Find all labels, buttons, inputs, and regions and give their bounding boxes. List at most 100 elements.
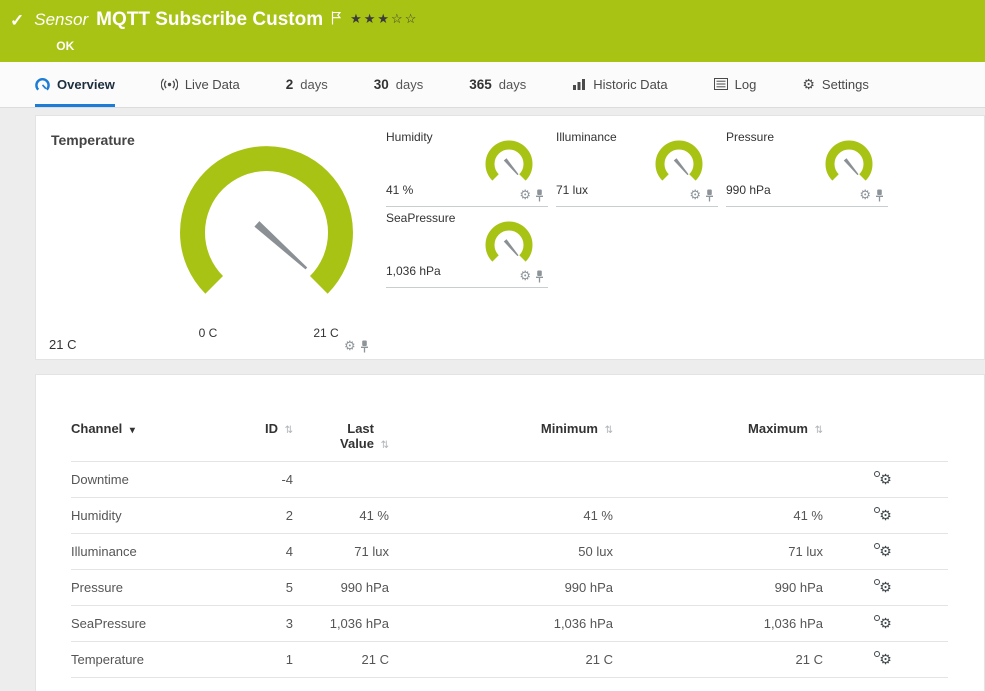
cell-last-value: 990 hPa — [293, 570, 389, 606]
temperature-dial — [174, 142, 359, 312]
cell-id: 5 — [231, 570, 293, 606]
col-last-value-label: Last Value — [330, 421, 374, 451]
tab-365-days-unit: days — [499, 77, 526, 92]
tab-log[interactable]: Log — [714, 62, 757, 107]
cell-channel: SeaPressure — [71, 606, 231, 642]
gauge-value: 71 lux — [556, 183, 588, 197]
sort-icon: ⇅ — [381, 440, 389, 451]
tab-bar: Overview Live Data 2 days 30 days 365 da… — [0, 62, 985, 108]
cell-last-value: 1,036 hPa — [293, 606, 389, 642]
col-header-last-value[interactable]: Last Value ⇅ — [293, 421, 389, 462]
cell-maximum — [613, 462, 823, 498]
gauges-panel: Temperature 0 C 21 C 21 C ⚙ Humidity — [35, 115, 985, 360]
tab-365-days[interactable]: 365 days — [469, 62, 526, 107]
cell-last-value: 21 C — [293, 642, 389, 678]
channel-edit-icon[interactable]: ⚙ — [879, 507, 892, 524]
main-gauge-pin-icon[interactable] — [360, 340, 369, 353]
channel-edit-icon[interactable]: ⚙ — [879, 579, 892, 596]
cell-actions: ⚙ — [823, 534, 948, 570]
channel-edit-icon[interactable]: ⚙ — [879, 471, 892, 488]
tab-live-data-label: Live Data — [185, 77, 240, 92]
tab-30-days-unit: days — [396, 77, 423, 92]
cell-minimum — [389, 462, 613, 498]
gauge-value: 1,036 hPa — [386, 264, 441, 278]
gauge-pin-icon[interactable] — [875, 189, 884, 202]
sensor-header: ✓ Sensor MQTT Subscribe Custom ★★★☆☆ OK — [0, 0, 985, 62]
cell-maximum: 71 lux — [613, 534, 823, 570]
gauge-pin-icon[interactable] — [535, 270, 544, 283]
table-header-row: Channel ▾ ID ⇅ Last Value ⇅ Minimum — [71, 421, 948, 462]
live-data-icon — [161, 78, 178, 91]
col-header-maximum[interactable]: Maximum ⇅ — [613, 421, 823, 462]
tab-2-days[interactable]: 2 days — [286, 62, 328, 107]
cell-actions: ⚙ — [823, 570, 948, 606]
main-gauge-title: Temperature — [51, 132, 135, 148]
tab-historic-data-label: Historic Data — [593, 77, 667, 92]
gauge-settings-icon[interactable]: ⚙ — [519, 187, 531, 203]
tab-30-days[interactable]: 30 days — [374, 62, 424, 107]
channel-edit-icon[interactable]: ⚙ — [879, 651, 892, 668]
gauge-settings-icon[interactable]: ⚙ — [689, 187, 701, 203]
cell-id: 2 — [231, 498, 293, 534]
main-gauge-settings-icon[interactable]: ⚙ — [344, 338, 356, 354]
sort-icon: ⇅ — [815, 425, 823, 436]
gauge-settings-icon[interactable]: ⚙ — [519, 268, 531, 284]
tab-historic-data[interactable]: Historic Data — [572, 62, 667, 107]
gauge-settings-icon[interactable]: ⚙ — [859, 187, 871, 203]
mini-gauges-grid: Humidity 41 % ⚙ — [386, 128, 888, 288]
cell-minimum: 50 lux — [389, 534, 613, 570]
content-area: Temperature 0 C 21 C 21 C ⚙ Humidity — [0, 108, 985, 691]
tab-2-days-number: 2 — [286, 77, 294, 92]
cell-id: -4 — [231, 462, 293, 498]
sensor-status-badge: OK — [56, 39, 74, 53]
cell-channel: Illuminance — [71, 534, 231, 570]
sort-icon: ⇅ — [285, 425, 293, 436]
cell-actions: ⚙ — [823, 462, 948, 498]
gauge-seapressure: SeaPressure 1,036 hPa ⚙ — [386, 209, 548, 288]
cell-last-value: 71 lux — [293, 534, 389, 570]
cell-last-value: 41 % — [293, 498, 389, 534]
cell-minimum: 990 hPa — [389, 570, 613, 606]
col-header-id[interactable]: ID ⇅ — [231, 421, 293, 462]
priority-stars[interactable]: ★★★☆☆ — [350, 11, 418, 27]
cell-id: 3 — [231, 606, 293, 642]
tab-365-days-number: 365 — [469, 77, 492, 92]
overview-gauge-icon — [35, 77, 50, 92]
cell-minimum: 41 % — [389, 498, 613, 534]
table-row-illuminance: Illuminance 4 71 lux 50 lux 71 lux ⚙ — [71, 534, 948, 570]
main-gauge-value: 21 C — [49, 337, 76, 352]
cell-minimum: 21 C — [389, 642, 613, 678]
col-minimum-label: Minimum — [541, 421, 598, 436]
cell-actions: ⚙ — [823, 606, 948, 642]
tab-overview[interactable]: Overview — [35, 62, 115, 107]
cell-maximum: 41 % — [613, 498, 823, 534]
main-gauge-min-label: 0 C — [186, 326, 230, 340]
main-gauge-max-label: 21 C — [304, 326, 348, 340]
cell-channel: Temperature — [71, 642, 231, 678]
tab-live-data[interactable]: Live Data — [161, 62, 240, 107]
tab-2-days-unit: days — [300, 77, 327, 92]
seapressure-dial — [479, 221, 539, 273]
cell-minimum: 1,036 hPa — [389, 606, 613, 642]
channel-edit-icon[interactable]: ⚙ — [879, 543, 892, 560]
channel-edit-icon[interactable]: ⚙ — [879, 615, 892, 632]
tab-30-days-number: 30 — [374, 77, 389, 92]
table-row-humidity: Humidity 2 41 % 41 % 41 % ⚙ — [71, 498, 948, 534]
cell-id: 1 — [231, 642, 293, 678]
col-header-channel[interactable]: Channel ▾ — [71, 421, 231, 462]
gauge-humidity: Humidity 41 % ⚙ — [386, 128, 548, 207]
table-row-seapressure: SeaPressure 3 1,036 hPa 1,036 hPa 1,036 … — [71, 606, 948, 642]
cell-actions: ⚙ — [823, 642, 948, 678]
cell-actions: ⚙ — [823, 498, 948, 534]
gauge-pin-icon[interactable] — [705, 189, 714, 202]
col-header-minimum[interactable]: Minimum ⇅ — [389, 421, 613, 462]
tab-settings[interactable]: ⚙ Settings — [802, 62, 869, 107]
sensor-type-label: Sensor — [34, 9, 88, 30]
gauge-value: 990 hPa — [726, 183, 771, 197]
historic-data-icon — [572, 78, 586, 91]
sensor-page: ✓ Sensor MQTT Subscribe Custom ★★★☆☆ OK — [0, 0, 985, 691]
gauge-pin-icon[interactable] — [535, 189, 544, 202]
cell-maximum: 990 hPa — [613, 570, 823, 606]
humidity-dial — [479, 140, 539, 192]
flag-icon[interactable] — [331, 11, 342, 25]
